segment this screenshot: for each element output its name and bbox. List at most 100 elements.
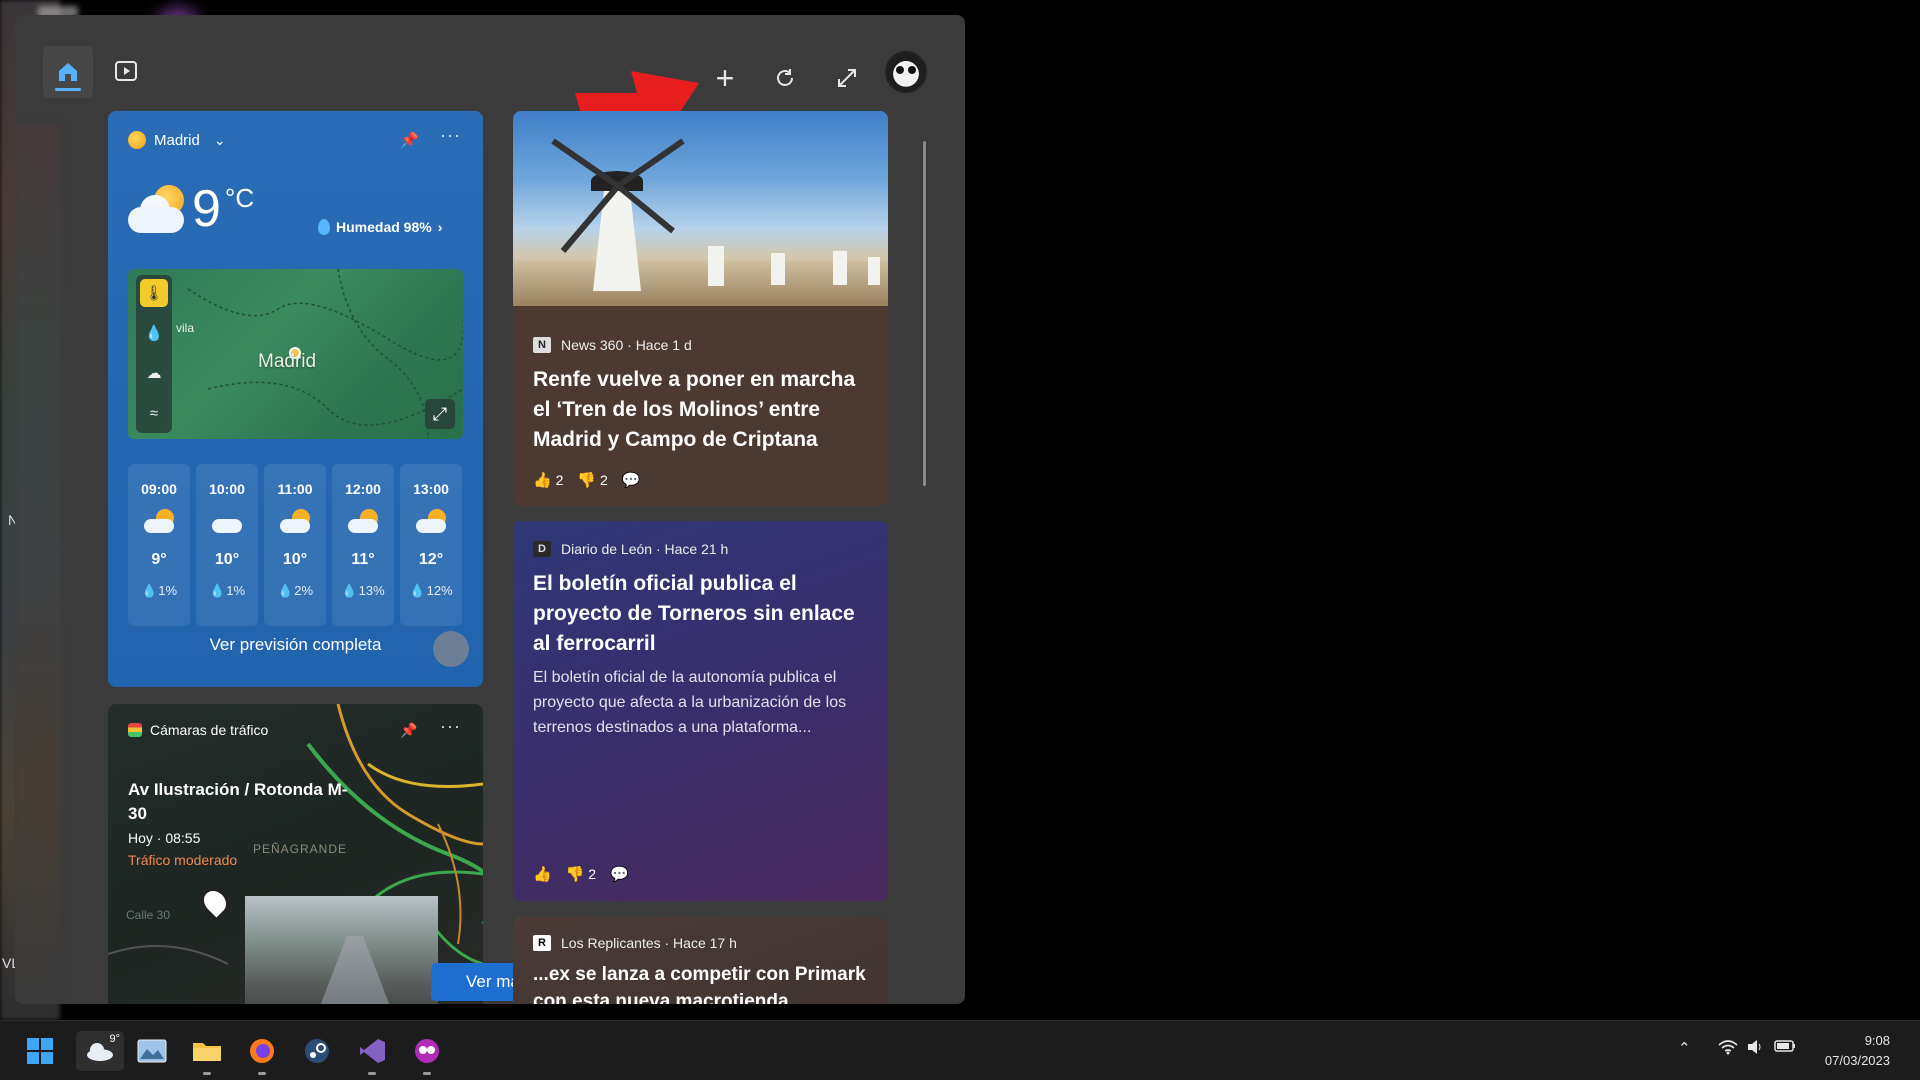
start-button[interactable] bbox=[20, 1031, 60, 1071]
pin-icon[interactable]: 📌 bbox=[400, 722, 417, 739]
more-options-icon[interactable]: ··· bbox=[440, 716, 461, 737]
thumbs-up-icon: 👍 bbox=[533, 472, 552, 489]
precip-value: 1% bbox=[226, 583, 246, 598]
thumbs-up-icon[interactable]: 👍 bbox=[533, 865, 552, 883]
dislike-button[interactable]: 👎 2 bbox=[566, 865, 596, 883]
news-headline[interactable]: ...ex se lanza a competir con Primark co… bbox=[533, 961, 873, 1004]
pin-icon[interactable]: 📌 bbox=[400, 131, 419, 149]
weather-app-icon[interactable] bbox=[433, 631, 469, 667]
wind-icon[interactable]: ≈ bbox=[140, 399, 168, 427]
hourly-forecast: 09:00 9° 💧 1% 10:00 10° 💧 1% 11:00 10° 💧 2% 12:00… bbox=[128, 464, 462, 626]
thermometer-icon[interactable]: 🌡 bbox=[140, 279, 168, 307]
hour-time: 12:00 bbox=[345, 481, 381, 497]
hour-precipitation: 💧 1% bbox=[140, 583, 178, 598]
hour-forecast-item[interactable]: 11:00 10° 💧 2% bbox=[264, 464, 326, 626]
dislike-count: 2 bbox=[588, 866, 597, 882]
news-headline[interactable]: Renfe vuelve a poner en marcha el ‘Tren … bbox=[533, 365, 873, 455]
home-button[interactable] bbox=[43, 46, 93, 98]
humidity-link[interactable]: Humedad 98% › bbox=[318, 219, 442, 235]
expand-icon bbox=[838, 69, 856, 87]
hour-forecast-item[interactable]: 10:00 10° 💧 1% bbox=[196, 464, 258, 626]
traffic-card[interactable]: Cámaras de tráfico 📌 ··· Av Ilustración … bbox=[108, 704, 483, 1004]
droplet-icon[interactable]: 💧 bbox=[140, 319, 168, 347]
map-city-label: vila bbox=[176, 321, 195, 335]
traffic-camera-image[interactable] bbox=[245, 896, 438, 1004]
widgets-taskbar-button[interactable]: 9° bbox=[76, 1031, 124, 1071]
precip-value: 1% bbox=[158, 583, 178, 598]
news-card[interactable]: N News 360 · Hace 1 d Renfe vuelve a pon… bbox=[513, 111, 888, 506]
scrollbar[interactable] bbox=[923, 141, 926, 486]
file-explorer-button[interactable] bbox=[187, 1031, 227, 1075]
news-source[interactable]: N News 360 · Hace 1 d bbox=[533, 337, 692, 353]
volume-icon[interactable] bbox=[1746, 1039, 1764, 1059]
chevron-down-icon: ⌄ bbox=[213, 131, 226, 148]
more-options-icon[interactable]: ··· bbox=[440, 125, 461, 146]
windows-icon bbox=[27, 1038, 53, 1064]
full-forecast-link[interactable]: Ver previsión completa bbox=[108, 635, 483, 655]
folder-icon bbox=[193, 1043, 221, 1061]
taskbar-clock[interactable]: 9:08 07/03/2023 bbox=[1810, 1031, 1890, 1071]
traffic-light-icon bbox=[128, 723, 142, 737]
visual-studio-button[interactable] bbox=[352, 1031, 392, 1075]
wifi-icon[interactable] bbox=[1718, 1039, 1738, 1059]
thumbs-down-icon: 👎 bbox=[577, 472, 597, 489]
traffic-header: Cámaras de tráfico bbox=[128, 722, 268, 738]
hour-precipitation: 💧 13% bbox=[341, 583, 385, 598]
photos-app-button[interactable] bbox=[132, 1031, 172, 1071]
hour-time: 10:00 bbox=[209, 481, 245, 497]
hour-temperature: 9° bbox=[151, 551, 167, 568]
clock-date: 07/03/2023 bbox=[1824, 1053, 1890, 1068]
news-card[interactable]: D Diario de León · Hace 21 h El boletín … bbox=[513, 521, 888, 901]
weather-map[interactable]: 🌡 💧 ☁ ≈ vila Madrid ⤢ bbox=[128, 269, 463, 439]
show-hidden-icons-chevron-icon[interactable]: ⌃ bbox=[1678, 1039, 1691, 1057]
expand-map-icon[interactable]: ⤢ bbox=[425, 399, 455, 429]
reaction-bar: 👍 👎 2 💬 bbox=[533, 865, 629, 883]
widgets-topbar: + bbox=[15, 15, 965, 147]
partly-cloudy-icon bbox=[128, 181, 188, 237]
chevron-right-icon: › bbox=[437, 219, 443, 235]
avatar[interactable] bbox=[885, 51, 927, 93]
weather-card[interactable]: Madrid ⌄ 📌 ··· 9 °C Humedad 98% › 🌡 💧 ☁ bbox=[108, 111, 483, 687]
home-icon bbox=[59, 63, 77, 81]
expand-button[interactable] bbox=[827, 58, 867, 98]
news-headline[interactable]: El boletín oficial publica el proyecto d… bbox=[533, 569, 873, 659]
visual-studio-icon bbox=[360, 1039, 385, 1063]
app-button[interactable] bbox=[407, 1031, 447, 1075]
battery-icon[interactable] bbox=[1774, 1039, 1796, 1057]
add-widget-button[interactable]: + bbox=[705, 58, 745, 98]
map-area-label: PEÑAGRANDE bbox=[253, 842, 348, 856]
cloud-icon[interactable]: ☁ bbox=[140, 359, 168, 387]
hour-forecast-item[interactable]: 09:00 9° 💧 1% bbox=[128, 464, 190, 626]
hour-temperature: 10° bbox=[214, 551, 240, 568]
video-button[interactable] bbox=[107, 52, 145, 90]
news-image bbox=[513, 111, 888, 306]
comment-icon[interactable]: 💬 bbox=[622, 471, 641, 489]
refresh-button[interactable] bbox=[765, 58, 805, 98]
weather-location[interactable]: Madrid ⌄ bbox=[128, 131, 226, 149]
panel-backdrop bbox=[15, 125, 60, 1004]
steam-button[interactable] bbox=[297, 1031, 337, 1071]
news-source[interactable]: R Los Replicantes · Hace 17 h bbox=[533, 935, 737, 951]
partly-cloudy-icon bbox=[278, 509, 312, 535]
running-indicator bbox=[368, 1072, 376, 1075]
hour-forecast-item[interactable]: 13:00 12° 💧 12% bbox=[400, 464, 462, 626]
news-card[interactable]: R Los Replicantes · Hace 17 h ...ex se l… bbox=[513, 917, 888, 1004]
traffic-header-label: Cámaras de tráfico bbox=[150, 722, 269, 738]
app-icon bbox=[415, 1039, 439, 1063]
running-indicator bbox=[423, 1072, 431, 1075]
like-button[interactable]: 👍 2 bbox=[533, 471, 563, 489]
map-city-label: Madrid bbox=[258, 351, 317, 372]
firefox-button[interactable] bbox=[242, 1031, 282, 1075]
source-logo-icon: D bbox=[533, 541, 551, 557]
news-source[interactable]: D Diario de León · Hace 21 h bbox=[533, 541, 728, 557]
temperature-unit: °C bbox=[224, 183, 255, 213]
hour-forecast-item[interactable]: 12:00 11° 💧 13% bbox=[332, 464, 394, 626]
comment-icon[interactable]: 💬 bbox=[610, 865, 629, 883]
photos-icon bbox=[137, 1039, 167, 1063]
dislike-button[interactable]: 👎 2 bbox=[577, 471, 607, 489]
refresh-icon bbox=[777, 69, 793, 86]
running-indicator bbox=[258, 1072, 266, 1075]
like-count: 2 bbox=[555, 472, 564, 488]
current-temperature: 9 bbox=[192, 180, 221, 238]
hour-precipitation: 💧 2% bbox=[276, 583, 314, 598]
